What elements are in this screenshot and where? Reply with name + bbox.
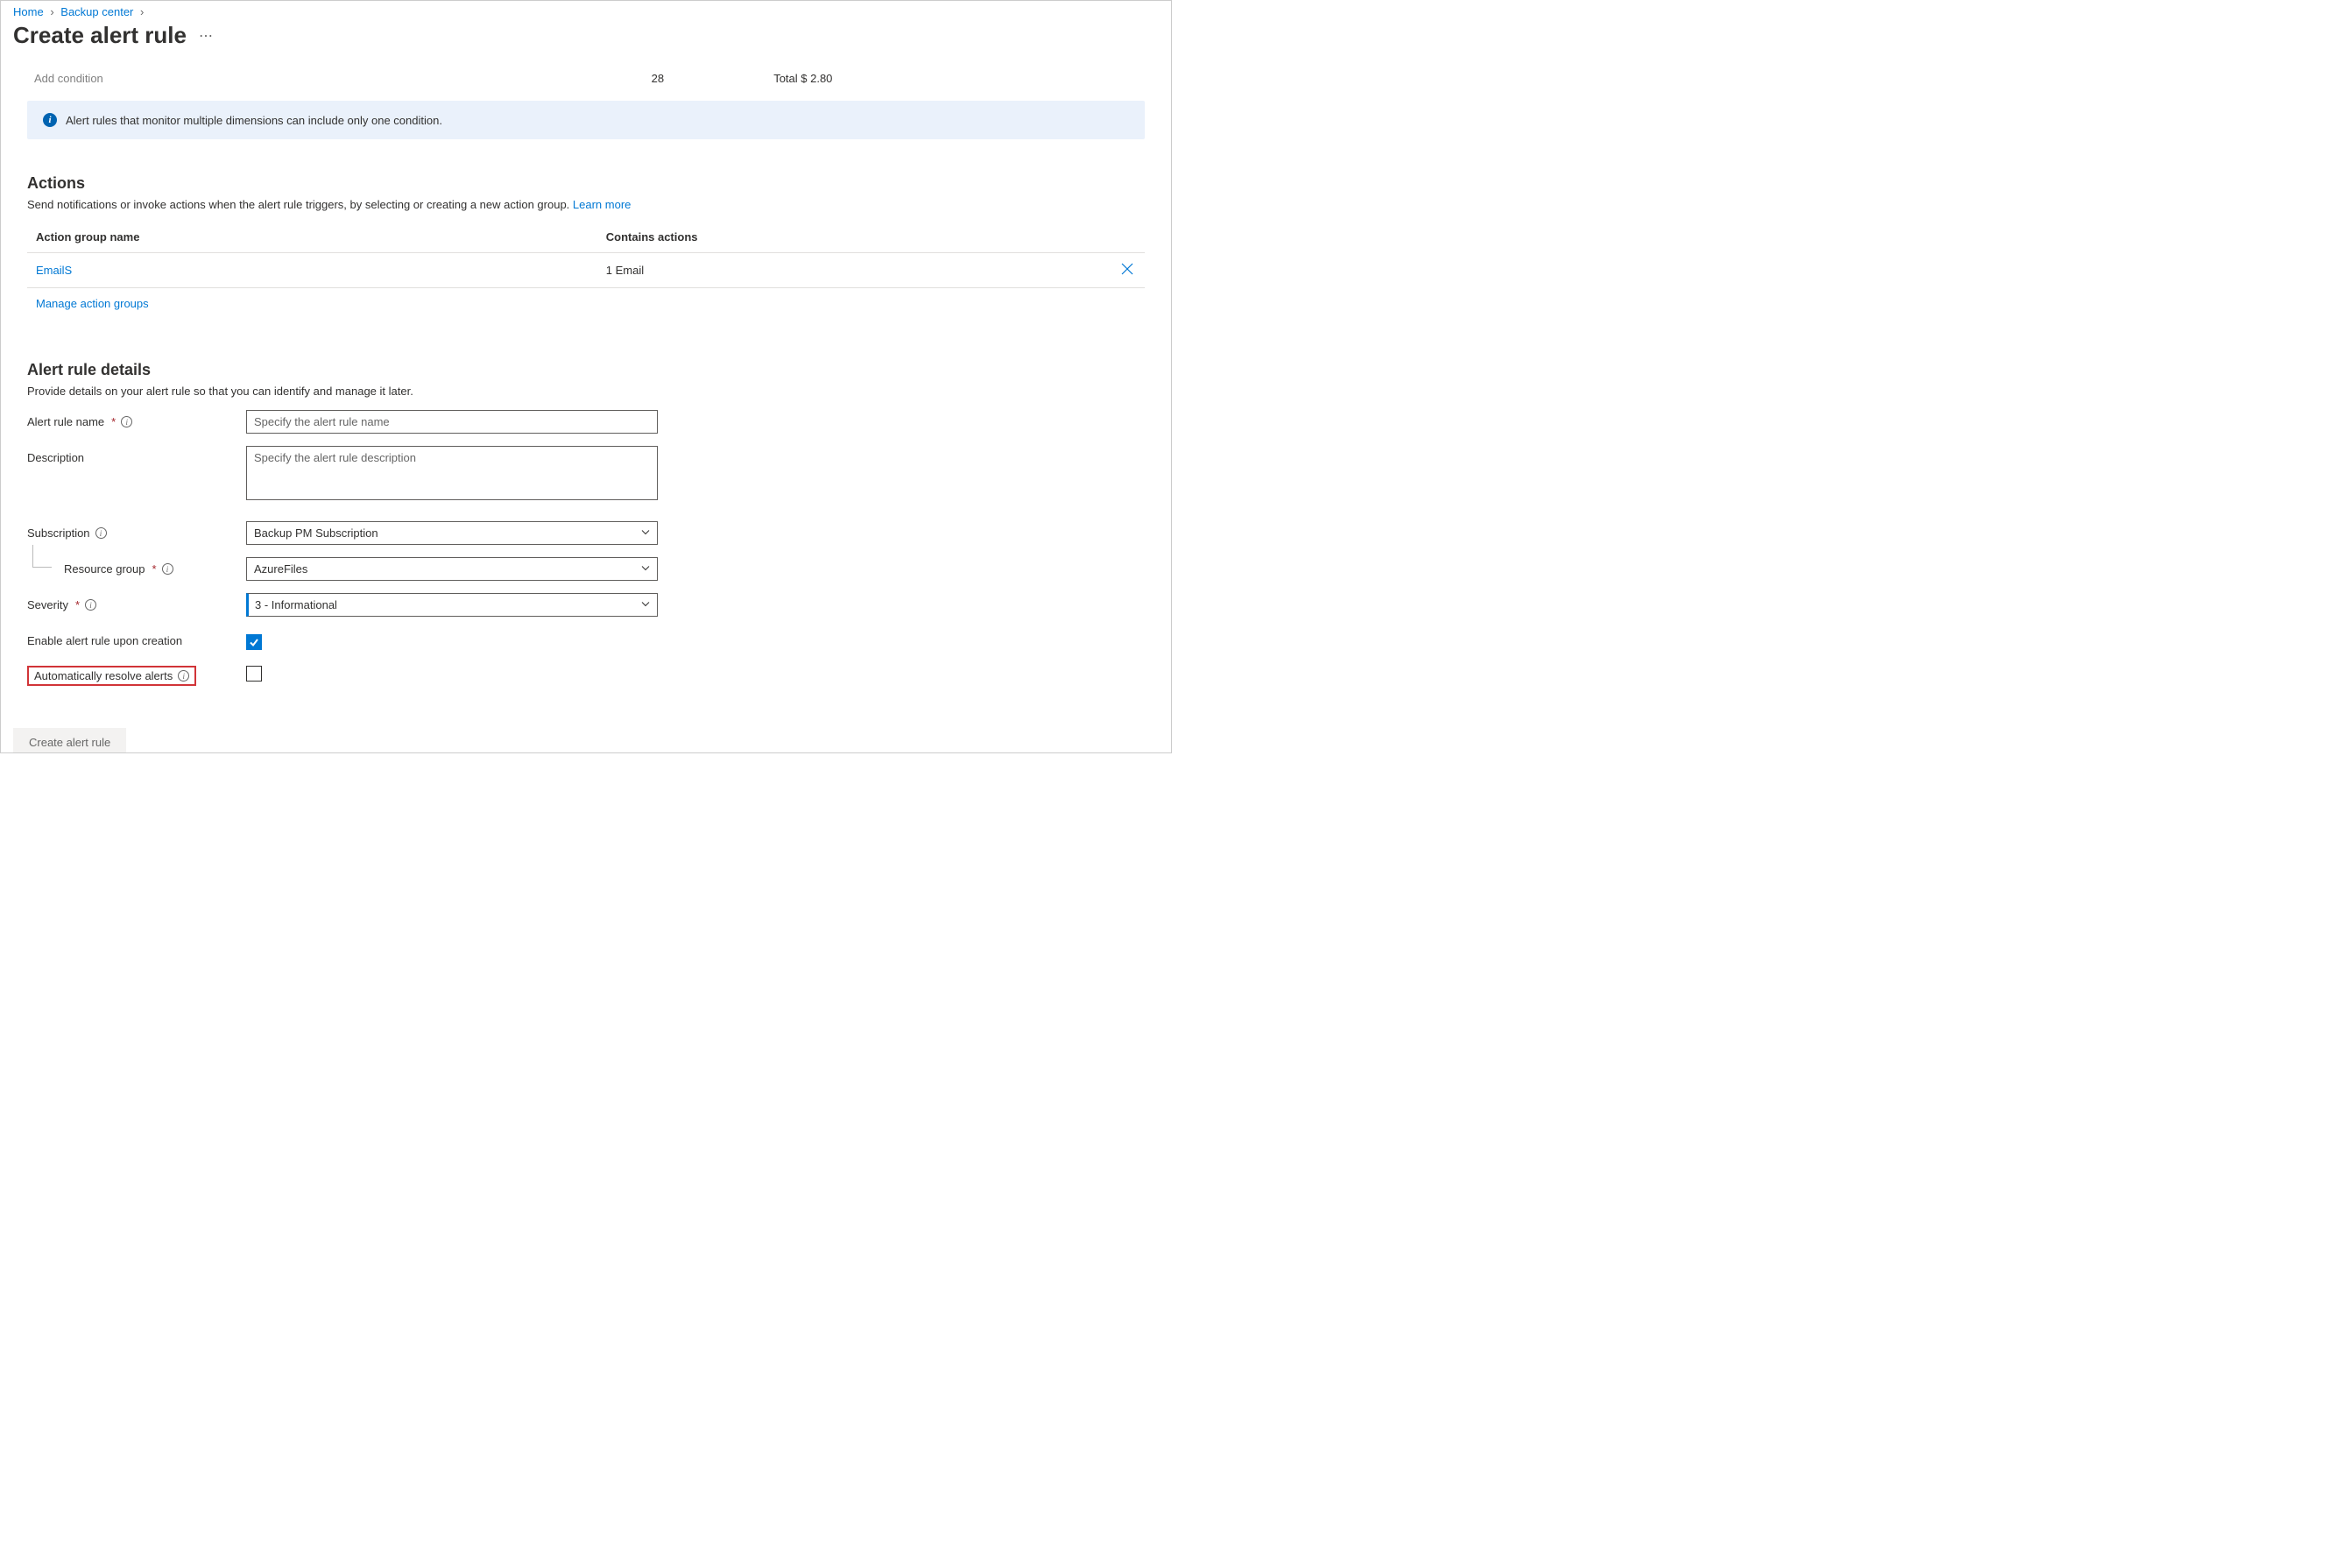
enable-on-creation-checkbox[interactable] — [246, 634, 262, 650]
chevron-right-icon: › — [140, 5, 144, 18]
info-banner: i Alert rules that monitor multiple dime… — [27, 101, 1145, 139]
condition-total: Total $ 2.80 — [773, 72, 1138, 85]
learn-more-link[interactable]: Learn more — [573, 198, 631, 211]
breadcrumb: Home › Backup center › — [1, 1, 1171, 20]
manage-action-groups-link[interactable]: Manage action groups — [36, 297, 149, 310]
info-outline-icon[interactable]: i — [121, 416, 132, 427]
details-heading: Alert rule details — [27, 361, 1145, 379]
breadcrumb-backup-center[interactable]: Backup center — [60, 5, 133, 18]
resource-group-label: Resource group — [64, 562, 145, 576]
action-groups-table: Action group name Contains actions Email… — [27, 222, 1145, 319]
info-icon: i — [43, 113, 57, 127]
description-input[interactable] — [246, 446, 658, 500]
col-contains-actions: Contains actions — [597, 222, 1110, 253]
info-outline-icon[interactable]: i — [95, 527, 107, 539]
actions-description: Send notifications or invoke actions whe… — [27, 198, 1145, 211]
breadcrumb-home[interactable]: Home — [13, 5, 44, 18]
resource-group-select[interactable]: AzureFiles — [246, 557, 658, 581]
info-outline-icon[interactable]: i — [178, 670, 189, 682]
auto-resolve-label: Automatically resolve alerts — [34, 669, 173, 682]
severity-label: Severity — [27, 598, 68, 611]
subscription-label: Subscription — [27, 526, 90, 540]
required-marker: * — [75, 598, 80, 611]
alert-rule-name-label: Alert rule name — [27, 415, 104, 428]
condition-summary-row: Add condition 28 Total $ 2.80 — [27, 65, 1145, 101]
info-outline-icon[interactable]: i — [85, 599, 96, 611]
auto-resolve-checkbox[interactable] — [246, 666, 262, 682]
actions-heading: Actions — [27, 174, 1145, 193]
subscription-select[interactable]: Backup PM Subscription — [246, 521, 658, 545]
severity-select[interactable]: 3 - Informational — [246, 593, 658, 617]
description-label: Description — [27, 451, 84, 464]
remove-icon[interactable] — [1120, 265, 1134, 279]
enable-on-creation-label: Enable alert rule upon creation — [27, 634, 182, 647]
table-row: EmailS 1 Email — [27, 253, 1145, 288]
action-group-link[interactable]: EmailS — [36, 264, 72, 277]
chevron-right-icon: › — [50, 5, 53, 18]
required-marker: * — [111, 415, 116, 428]
alert-rule-name-input[interactable] — [246, 410, 658, 434]
tree-connector — [32, 545, 52, 568]
create-alert-rule-button[interactable]: Create alert rule — [13, 728, 126, 752]
details-description: Provide details on your alert rule so th… — [27, 385, 1145, 398]
add-condition-label[interactable]: Add condition — [34, 72, 542, 85]
action-group-contains: 1 Email — [597, 253, 1110, 288]
auto-resolve-highlight: Automatically resolve alerts i — [27, 666, 196, 686]
page-title: Create alert rule — [13, 22, 187, 49]
info-outline-icon[interactable]: i — [162, 563, 173, 575]
info-banner-text: Alert rules that monitor multiple dimens… — [66, 114, 442, 127]
col-action-group-name: Action group name — [27, 222, 597, 253]
condition-count: 28 — [542, 72, 774, 85]
more-menu-icon[interactable]: ⋯ — [199, 27, 214, 45]
required-marker: * — [152, 562, 157, 576]
